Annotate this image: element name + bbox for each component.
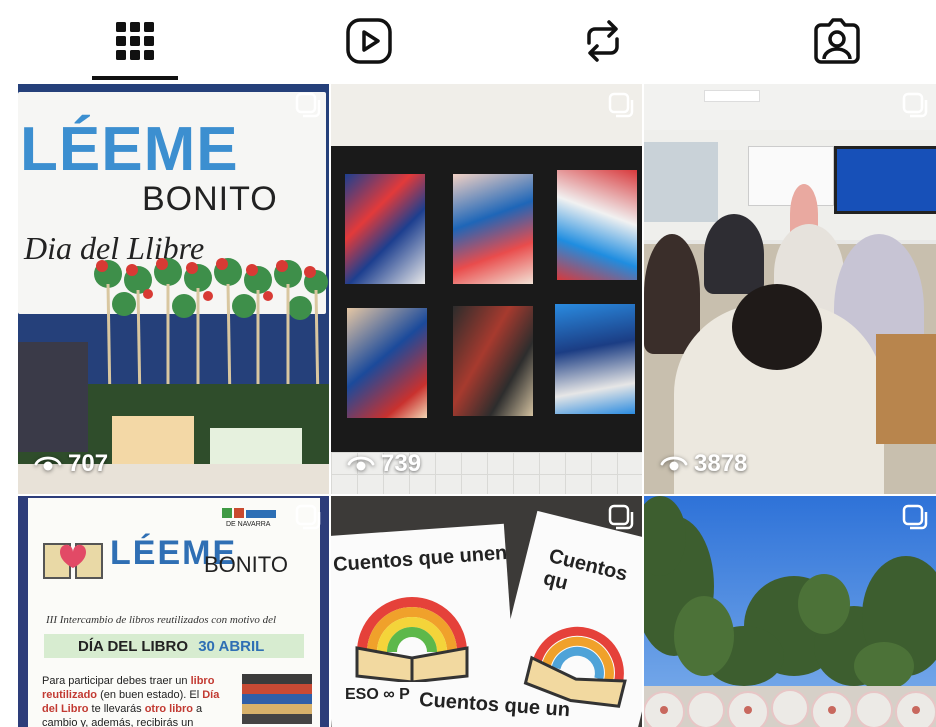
book-heart-icon — [43, 543, 103, 579]
ceiling — [644, 84, 936, 130]
multiple-images-icon — [608, 92, 634, 118]
logo-icon: DE NAVARRA — [222, 508, 276, 528]
chair — [876, 334, 936, 444]
post-tile-3[interactable]: 3878 — [644, 84, 936, 494]
view-count: 707 — [34, 450, 108, 478]
student-head — [732, 284, 822, 370]
svg-text:DE NAVARRA: DE NAVARRA — [226, 521, 271, 528]
post-tile-1[interactable]: LÉEME BONITO Dia del Llibre 707 — [18, 84, 329, 494]
posts-grid: LÉEME BONITO Dia del Llibre 707 739 3878… — [0, 0, 936, 727]
multiple-images-icon — [295, 92, 321, 118]
post-tile-5[interactable]: Cuentos que unen Cuentos qu Cuentos que … — [331, 496, 642, 727]
post-tile-2[interactable]: 739 — [331, 84, 642, 494]
poster — [557, 170, 637, 280]
view-count: 739 — [347, 450, 421, 478]
card — [112, 416, 194, 464]
poster — [345, 174, 425, 284]
multiple-images-icon — [902, 504, 928, 530]
eye-views-icon — [34, 456, 62, 471]
view-count-label: 739 — [381, 450, 422, 477]
poster-subtitle: BONITO — [204, 552, 288, 577]
post-tile-6[interactable] — [644, 496, 936, 727]
poster — [555, 304, 635, 414]
eye-views-icon — [660, 456, 688, 471]
banner-subtitle: BONITO — [142, 180, 278, 218]
fecha-label: 30 ABRIL — [198, 638, 265, 655]
multiple-images-icon — [902, 92, 928, 118]
eye-views-icon — [347, 456, 375, 471]
whiteboard — [748, 146, 834, 206]
student — [644, 234, 700, 354]
poster-intro: III Intercambio de libros reutilizados c… — [46, 614, 277, 626]
view-count-label: 3878 — [694, 450, 748, 477]
dia-label: DÍA DEL LIBRO — [78, 638, 189, 655]
poster — [453, 174, 533, 284]
card-footer: ESO ∞ P — [345, 686, 410, 703]
multiple-images-icon — [295, 504, 321, 530]
banner-title: LÉEME — [20, 115, 239, 184]
student — [704, 214, 764, 294]
poster — [453, 306, 533, 416]
poster-date: DÍA DEL LIBRO 30 ABRIL — [78, 638, 264, 655]
books-illustration — [242, 674, 312, 724]
poster-body: Para participar debes traer un libro reu… — [42, 675, 220, 727]
view-count-label: 707 — [68, 450, 109, 477]
book-stack — [18, 342, 88, 452]
projector-screen — [834, 146, 936, 214]
ceiling-light — [704, 90, 760, 102]
rainbow-book-icon — [355, 597, 469, 682]
post-tile-4[interactable]: DE NAVARRA LÉEME BONITO III Intercambio … — [18, 496, 329, 727]
multiple-images-icon — [608, 504, 634, 530]
bubble-balls — [644, 689, 936, 727]
window — [644, 142, 718, 222]
view-count: 3878 — [660, 450, 747, 478]
poster — [347, 308, 427, 418]
